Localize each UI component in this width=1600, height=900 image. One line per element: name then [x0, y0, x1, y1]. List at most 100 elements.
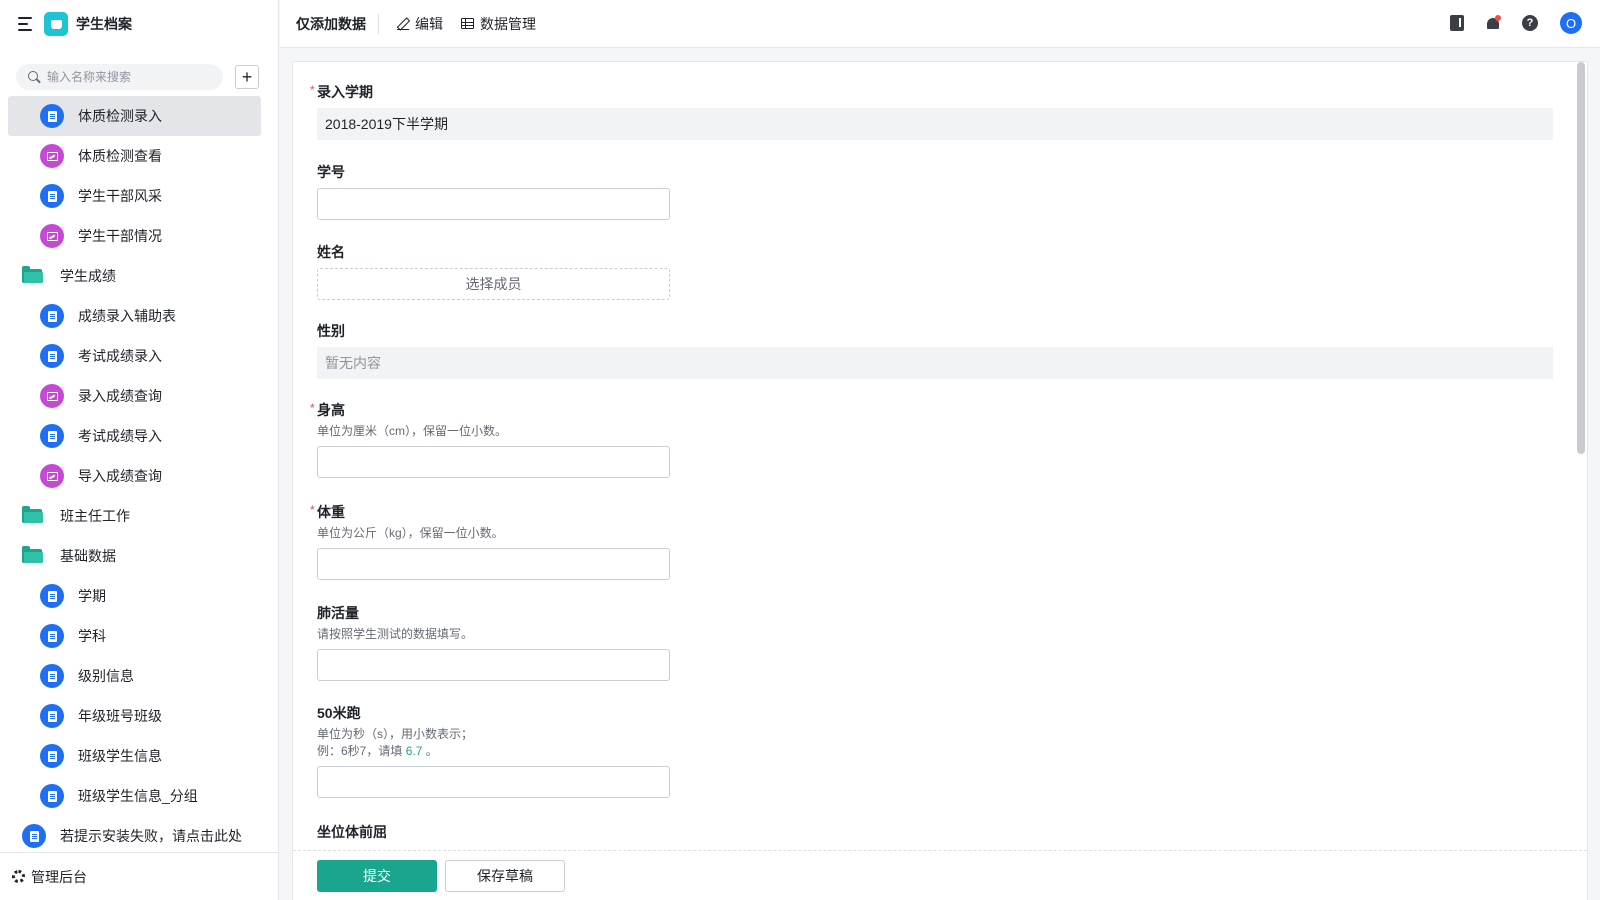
sidebar-item[interactable]: 成绩录入辅助表	[0, 296, 278, 336]
page-title: 仅添加数据	[296, 13, 379, 34]
sidebar-item[interactable]: 年级班号班级	[0, 696, 278, 736]
field-height: * 身高 单位为厘米（cm），保留一位小数。	[310, 400, 670, 478]
folder-icon	[22, 546, 43, 563]
sidebar-item-label: 班级学生信息_分组	[78, 788, 198, 804]
book-icon[interactable]	[1450, 15, 1464, 31]
field-hint: 单位为公斤（kg），保留一位小数。	[317, 526, 504, 540]
submit-button[interactable]: 提交	[317, 859, 437, 892]
save-draft-button[interactable]: 保存草稿	[445, 859, 565, 892]
avatar[interactable]: O	[1560, 12, 1582, 34]
field-student-id: 学号	[317, 162, 670, 220]
sidebar-item[interactable]: 录入成绩查询	[0, 376, 278, 416]
run50-input[interactable]	[317, 766, 670, 798]
sidebar-item[interactable]: 考试成绩录入	[0, 336, 278, 376]
scrollbar[interactable]	[1577, 62, 1585, 454]
sidebar-item-label: 学生干部情况	[78, 228, 162, 244]
menu-icon[interactable]	[18, 17, 34, 31]
sidebar-item-label: 班级学生信息	[78, 748, 162, 764]
weight-input[interactable]	[317, 548, 670, 580]
sidebar-folder[interactable]: 班主任工作	[0, 496, 278, 536]
sidebar-item[interactable]: 班级学生信息	[0, 736, 278, 776]
select-member-button[interactable]: 选择成员	[317, 268, 670, 300]
notification-bell-icon[interactable]	[1486, 14, 1501, 31]
sidebar-item[interactable]: 考试成绩导入	[0, 416, 278, 456]
field-label: 性别	[317, 323, 345, 339]
sidebar-item[interactable]: 体质检测录入	[8, 96, 261, 136]
data-manage-label: 数据管理	[480, 15, 536, 32]
sidebar-item[interactable]: 若提示安装失败，请点击此处	[0, 816, 278, 856]
field-label: 姓名	[317, 244, 345, 260]
form-icon	[40, 784, 64, 808]
sidebar-item-label: 学科	[78, 628, 106, 644]
field-label: 肺活量	[317, 605, 359, 621]
field-label: 录入学期	[317, 84, 373, 100]
lung-capacity-input[interactable]	[317, 649, 670, 681]
help-icon[interactable]: ?	[1522, 15, 1538, 31]
table-icon	[461, 18, 474, 29]
sidebar-folder[interactable]: 基础数据	[0, 536, 278, 576]
sidebar-item-label: 考试成绩导入	[78, 428, 162, 444]
field-hint-example: 例：6秒7，请填 6.7 。	[317, 744, 438, 758]
sidebar-item[interactable]: 学科	[0, 616, 278, 656]
edit-button[interactable]: 编辑	[397, 14, 443, 34]
sidebar-item[interactable]: 班级学生信息_分组	[0, 776, 278, 816]
sidebar-item[interactable]: 学生干部情况	[0, 216, 278, 256]
sidebar-item-label: 学生干部风采	[78, 188, 162, 204]
height-input[interactable]	[317, 446, 670, 478]
sidebar: 学生档案 + 体质检测录入体质检测查看学生干部风采学生干部情况学生成绩成绩录入辅…	[0, 0, 279, 900]
field-sit-reach: 坐位体前屈	[317, 822, 387, 842]
sidebar-item[interactable]: 学生干部风采	[0, 176, 278, 216]
form-icon	[22, 824, 46, 848]
sidebar-item-label: 学期	[78, 588, 106, 604]
sidebar-item-label: 学生成绩	[60, 268, 116, 284]
sidebar-item-label: 体质检测查看	[78, 148, 162, 164]
sidebar-item[interactable]: 体质检测查看	[0, 136, 278, 176]
field-lung-capacity: 肺活量 请按照学生测试的数据填写。	[317, 603, 670, 681]
sidebar-item-label: 基础数据	[60, 548, 116, 564]
required-mark: *	[310, 503, 315, 517]
sidebar-folder[interactable]: 学生成绩	[0, 256, 278, 296]
add-button[interactable]: +	[235, 65, 259, 89]
sidebar-item-label: 体质检测录入	[78, 108, 162, 124]
form-icon	[40, 344, 64, 368]
sidebar-item[interactable]: 级别信息	[0, 656, 278, 696]
form-icon	[40, 704, 64, 728]
sidebar-item-label: 班主任工作	[60, 508, 130, 524]
form-footer: 提交 保存草稿	[293, 850, 1587, 900]
admin-link[interactable]: 管理后台	[0, 852, 278, 900]
term-value: 2018-2019下半学期	[317, 108, 1553, 140]
form-icon	[40, 424, 64, 448]
field-label: 体重	[317, 504, 345, 520]
sidebar-item[interactable]: 导入成绩查询	[0, 456, 278, 496]
field-label: 学号	[317, 164, 345, 180]
form-icon	[40, 304, 64, 328]
field-label: 身高	[317, 402, 345, 418]
report-icon	[40, 224, 64, 248]
sidebar-item-label: 若提示安装失败，请点击此处	[60, 828, 242, 844]
edit-button-label: 编辑	[415, 15, 443, 32]
sidebar-item-label: 录入成绩查询	[78, 388, 162, 404]
field-hint: 请按照学生测试的数据填写。	[317, 627, 474, 641]
field-label: 50米跑	[317, 705, 361, 721]
report-icon	[40, 384, 64, 408]
required-mark: *	[310, 83, 315, 97]
sidebar-item-label: 级别信息	[78, 668, 134, 684]
sidebar-nav: 体质检测录入 体质检测查看 学生干部风采 学生干部情况学生成绩成绩录入辅助表考试成绩录…	[0, 96, 278, 856]
form-icon	[40, 624, 64, 648]
sidebar-item-label: 年级班号班级	[78, 708, 162, 724]
gender-value: 暂无内容	[317, 347, 1553, 379]
required-mark: *	[310, 401, 315, 415]
data-manage-button[interactable]: 数据管理	[461, 14, 536, 34]
student-id-input[interactable]	[317, 188, 670, 220]
field-name: 姓名 选择成员	[317, 242, 670, 300]
report-icon	[40, 144, 64, 168]
field-label: 坐位体前屈	[317, 824, 387, 840]
search-input[interactable]	[47, 70, 207, 84]
sidebar-item[interactable]: 学期	[0, 576, 278, 616]
field-50m-run: 50米跑 单位为秒（s），用小数表示； 例：6秒7，请填 6.7 。	[317, 703, 670, 798]
app-title: 学生档案	[76, 16, 132, 32]
form-icon	[40, 664, 64, 688]
sidebar-item-label: 导入成绩查询	[78, 468, 162, 484]
admin-link-label: 管理后台	[31, 868, 87, 885]
sidebar-item-label: 考试成绩录入	[78, 348, 162, 364]
